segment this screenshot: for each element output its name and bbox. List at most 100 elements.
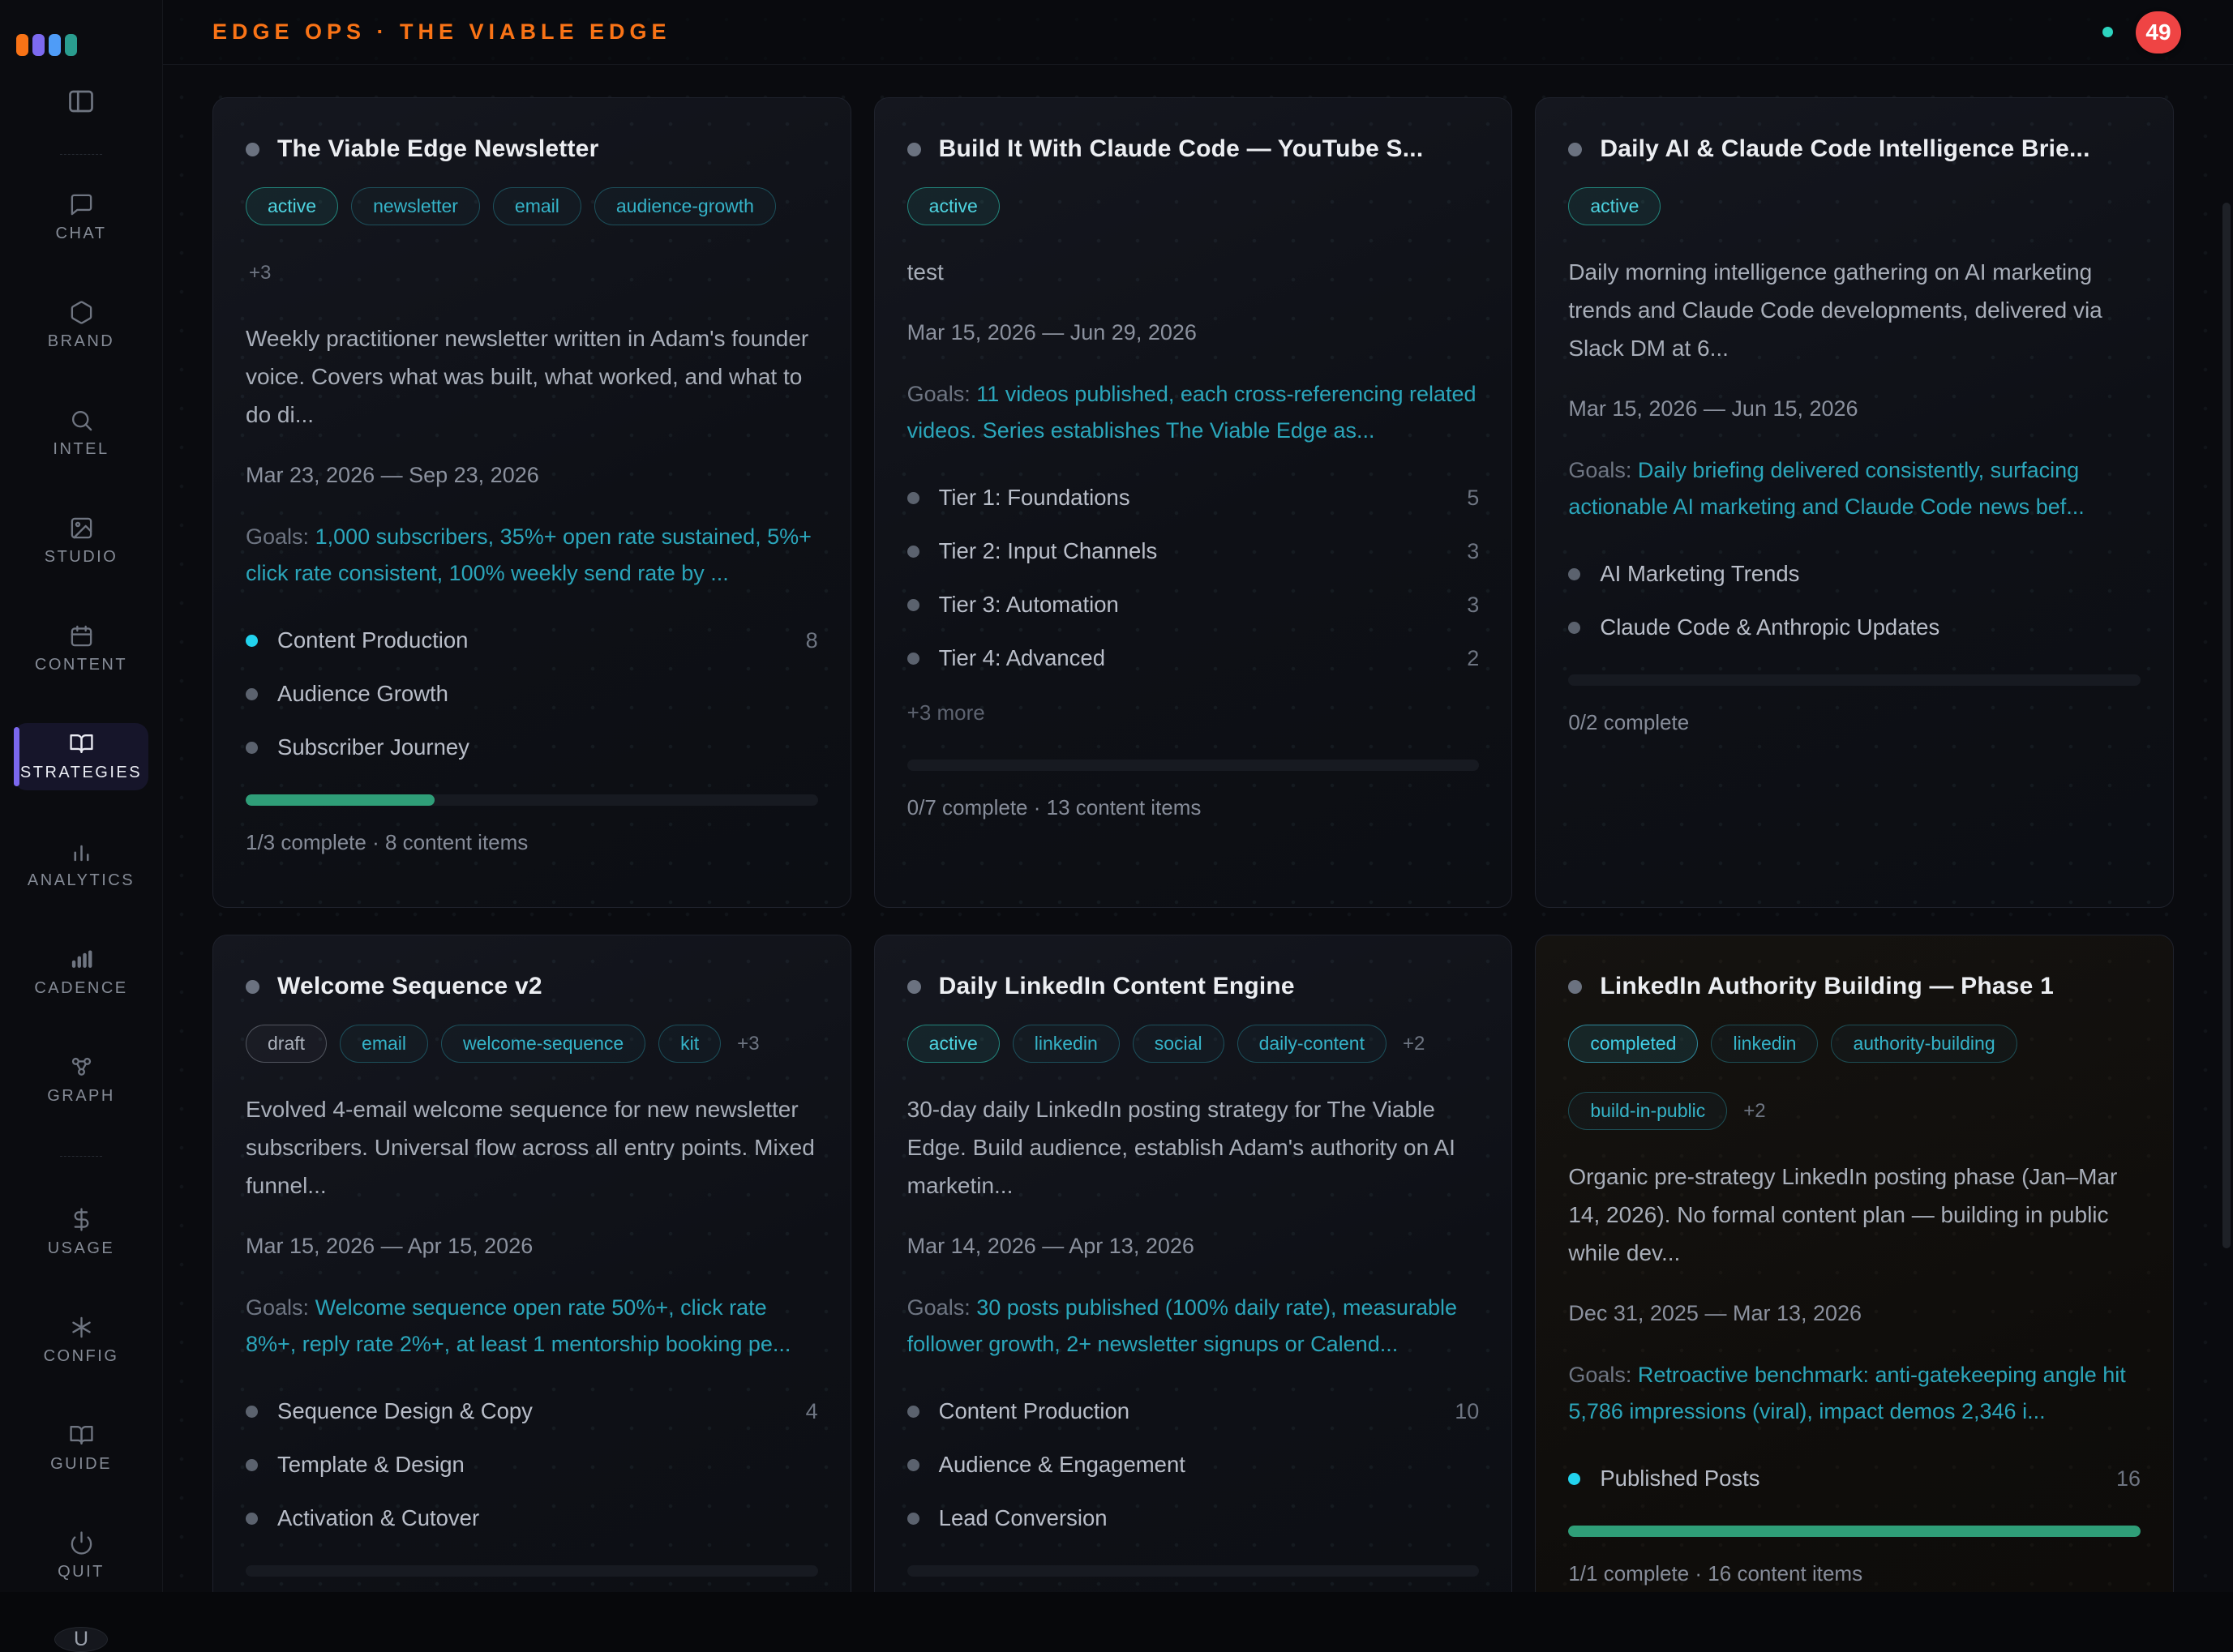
search-icon [69, 408, 94, 433]
sidebar-toggle-button[interactable] [66, 87, 96, 118]
sidebar-item-brand[interactable]: BRAND [14, 292, 148, 359]
strategy-card[interactable]: Build It With Claude Code — YouTube S...… [874, 97, 1513, 908]
card-status-dot [1568, 143, 1582, 156]
milestone-label: Tier 2: Input Channels [939, 538, 1448, 564]
sidebar-item-label: STRATEGIES [20, 764, 142, 782]
strategy-card[interactable]: Daily LinkedIn Content Engine activelink… [874, 935, 1513, 1592]
notification-badge[interactable]: 49 [2136, 11, 2181, 53]
sidebar-item-label: CONFIG [44, 1347, 119, 1366]
strategy-card[interactable]: Daily AI & Claude Code Intelligence Brie… [1535, 97, 2174, 908]
status-tag: active [907, 1025, 1000, 1063]
book-open-icon [69, 1423, 94, 1448]
strategy-card[interactable]: Welcome Sequence v2 draftemailwelcome-se… [212, 935, 851, 1592]
tag: build-in-public [1568, 1092, 1727, 1130]
milestone-status-dot [907, 653, 919, 665]
milestone-status-dot [1568, 622, 1580, 634]
progress-bar [907, 1565, 1480, 1577]
milestone-row: Sequence Design & Copy4 [246, 1398, 818, 1424]
status-tag: active [246, 187, 338, 225]
main-area: EDGE OPS · THE VIABLE EDGE 49 The Viable… [162, 0, 2233, 1592]
goals-text: Welcome sequence open rate 50%+, click r… [246, 1295, 791, 1356]
milestone-row: Activation & Cutover [246, 1505, 818, 1531]
scrollbar-thumb[interactable] [2222, 203, 2231, 1248]
milestone-label: Lead Conversion [939, 1505, 1460, 1531]
milestone-label: Tier 1: Foundations [939, 485, 1448, 511]
logo-square-purple [32, 34, 45, 56]
card-goals: Goals: 11 videos published, each cross-r… [907, 376, 1480, 449]
sidebar-item-strategies[interactable]: STRATEGIES [14, 723, 148, 790]
card-title: Welcome Sequence v2 [277, 973, 542, 1000]
chat-icon [69, 192, 94, 217]
milestone-label: Audience & Engagement [939, 1452, 1460, 1478]
card-goals: Goals: Welcome sequence open rate 50%+, … [246, 1290, 818, 1363]
milestone-count: 8 [806, 628, 818, 653]
sidebar-item-quit[interactable]: QUIT [14, 1522, 148, 1590]
logo-square-teal [65, 34, 77, 56]
tag-overflow-count: +2 [1740, 1093, 1768, 1130]
sidebar-item-graph[interactable]: GRAPH [14, 1046, 148, 1114]
milestone-count: 16 [2116, 1466, 2141, 1492]
milestone-row: AI Marketing Trends [1568, 561, 2141, 587]
sidebar-item-usage[interactable]: USAGE [14, 1199, 148, 1266]
milestone-status-dot [907, 546, 919, 558]
sidebar-divider [60, 154, 102, 155]
strategy-card[interactable]: The Viable Edge Newsletter activenewslet… [212, 97, 851, 908]
card-title: LinkedIn Authority Building — Phase 1 [1600, 973, 2054, 1000]
sidebar-item-label: BRAND [48, 332, 115, 351]
milestone-label: Content Production [277, 627, 786, 653]
milestone-row: Audience & Engagement [907, 1452, 1480, 1478]
power-icon [69, 1530, 94, 1556]
milestone-label: Content Production [939, 1398, 1436, 1424]
sidebar-item-label: CHAT [56, 225, 107, 243]
progress-fill [1568, 1526, 2141, 1537]
milestone-list: Content Production8Audience GrowthSubscr… [246, 627, 818, 760]
avatar[interactable]: U [54, 1627, 108, 1652]
milestone-row: Lead Conversion [907, 1505, 1480, 1531]
tag-list: activelinkedinsocialdaily-content+2 [907, 1025, 1480, 1063]
card-goals: Goals: 1,000 subscribers, 35%+ open rate… [246, 519, 818, 592]
tag-overflow-count: +3 [734, 1025, 762, 1063]
milestone-status-dot [246, 635, 258, 647]
card-title: Build It With Claude Code — YouTube S... [939, 135, 1424, 163]
tag: linkedin [1711, 1025, 1818, 1063]
sidebar-item-config[interactable]: CONFIG [14, 1307, 148, 1374]
milestone-label: Template & Design [277, 1452, 799, 1478]
sidebar-item-analytics[interactable]: ANALYTICS [14, 831, 148, 898]
milestone-label: Published Posts [1600, 1466, 2097, 1492]
milestone-status-dot [246, 688, 258, 700]
milestone-status-dot [907, 1513, 919, 1525]
milestone-row: Tier 4: Advanced2 [907, 645, 1480, 671]
sidebar-item-label: GUIDE [50, 1455, 112, 1474]
card-goals: Goals: Retroactive benchmark: anti-gatek… [1568, 1357, 2141, 1430]
milestone-label: Sequence Design & Copy [277, 1398, 786, 1424]
goals-text: 30 posts published (100% daily rate), me… [907, 1295, 1457, 1356]
milestone-row: Claude Code & Anthropic Updates [1568, 614, 2141, 640]
milestone-count: 5 [1467, 486, 1479, 511]
sidebar-item-studio[interactable]: STUDIO [14, 507, 148, 575]
card-title: Daily LinkedIn Content Engine [939, 973, 1295, 1000]
sidebar-item-content[interactable]: CONTENT [14, 615, 148, 683]
sidebar-item-intel[interactable]: INTEL [14, 400, 148, 467]
card-date-range: Mar 23, 2026 — Sep 23, 2026 [246, 463, 818, 488]
milestone-count: 3 [1467, 593, 1479, 618]
card-status-dot [907, 143, 921, 156]
card-description: Evolved 4-email welcome sequence for new… [246, 1090, 818, 1205]
sidebar-item-label: CONTENT [35, 656, 127, 674]
sidebar-item-chat[interactable]: CHAT [14, 184, 148, 251]
milestone-status-dot [246, 1513, 258, 1525]
logo-square-blue [49, 34, 61, 56]
goals-text: 11 videos published, each cross-referenc… [907, 382, 1477, 443]
sidebar: CHAT BRAND INTEL STUDIO CONTENT STRATEGI… [0, 0, 163, 1592]
sidebar-item-cadence[interactable]: CADENCE [14, 939, 148, 1006]
goals-text: Daily briefing delivered consistently, s… [1568, 458, 2084, 519]
sidebar-item-label: GRAPH [47, 1087, 115, 1106]
tag: welcome-sequence [441, 1025, 645, 1063]
milestone-row: Subscriber Journey [246, 734, 818, 760]
sidebar-item-guide[interactable]: GUIDE [14, 1414, 148, 1482]
card-description: Organic pre-strategy LinkedIn posting ph… [1568, 1158, 2141, 1272]
card-title: The Viable Edge Newsletter [277, 135, 598, 163]
card-goals: Goals: 30 posts published (100% daily ra… [907, 1290, 1480, 1363]
strategy-card[interactable]: LinkedIn Authority Building — Phase 1 co… [1535, 935, 2174, 1592]
card-goals: Goals: Daily briefing delivered consiste… [1568, 452, 2141, 525]
milestone-status-dot [246, 1459, 258, 1471]
